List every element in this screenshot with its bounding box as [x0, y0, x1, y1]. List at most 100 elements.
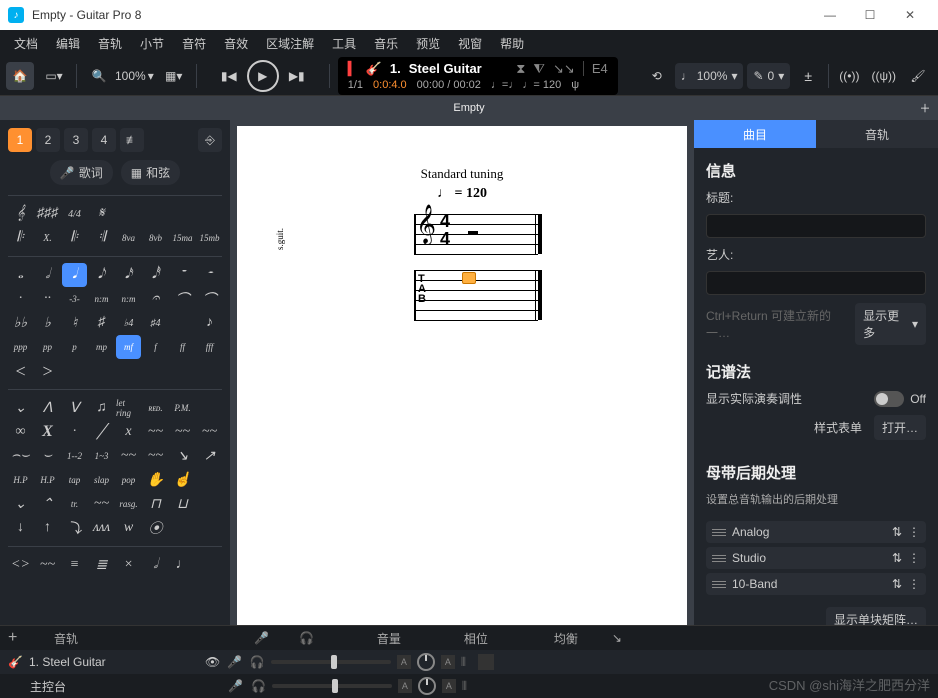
- minimize-button[interactable]: ―: [810, 0, 850, 30]
- menu-bar[interactable]: 小节: [132, 33, 172, 54]
- 8va-button[interactable]: 8va: [116, 226, 141, 250]
- visibility-icon[interactable]: 👁: [205, 655, 221, 669]
- track-color-swatch[interactable]: [478, 654, 494, 670]
- hand-button[interactable]: ✋: [143, 468, 168, 492]
- tuning-fork-icon[interactable]: ψ: [571, 79, 579, 91]
- trill-button[interactable]: tr.: [62, 492, 87, 516]
- finger-button[interactable]: ☝: [170, 468, 195, 492]
- double-dot-button[interactable]: ··: [35, 287, 60, 311]
- decrescendo-button[interactable]: >: [35, 359, 60, 383]
- dot-button[interactable]: ·: [8, 287, 33, 311]
- fermata-button[interactable]: 𝄐: [143, 287, 168, 311]
- dead-note-button[interactable]: X: [35, 420, 60, 444]
- flat-button[interactable]: ♭: [35, 311, 60, 335]
- p-button[interactable]: p: [62, 335, 87, 359]
- repeat-end-button[interactable]: 𝄇: [89, 226, 114, 250]
- triplet-button[interactable]: -3-: [62, 287, 87, 311]
- undo-button[interactable]: ⟲: [643, 62, 671, 90]
- eighth-note-button[interactable]: 𝅘𝅥𝅮: [89, 263, 114, 287]
- fx-updown-icon[interactable]: ⇅: [892, 577, 902, 591]
- mf-button[interactable]: mf: [116, 335, 141, 359]
- pp-button[interactable]: pp: [35, 335, 60, 359]
- chords-button[interactable]: ▦ 和弦: [121, 160, 180, 185]
- mic-icon[interactable]: 🎤: [227, 655, 242, 669]
- auto-vol-button[interactable]: A: [397, 655, 411, 669]
- voice-3-button[interactable]: 3: [64, 128, 88, 152]
- mic-header-icon[interactable]: 🎤: [254, 631, 269, 645]
- menu-edit[interactable]: 编辑: [48, 33, 88, 54]
- fx-row-analog[interactable]: Analog ⇅ ⋮: [706, 521, 926, 543]
- edit-cursor[interactable]: [462, 272, 476, 284]
- alt-ending-button[interactable]: X.: [35, 226, 60, 250]
- transpose-up-button[interactable]: ±: [794, 62, 822, 90]
- tab-staff[interactable]: T A B: [382, 270, 542, 322]
- pedal-button[interactable]: ʀᴇᴅ.: [143, 396, 168, 420]
- pop-button[interactable]: pop: [116, 468, 141, 492]
- score-page[interactable]: Standard tuning ♩ = 120 s.guit. 𝄞 44: [237, 126, 687, 654]
- metronome-icon[interactable]: ⧨: [533, 61, 545, 77]
- add-tab-button[interactable]: ＋: [916, 99, 934, 117]
- repeat-open-button[interactable]: 𝄆: [8, 226, 33, 250]
- strum-up-button[interactable]: ↑: [35, 516, 60, 540]
- zoom-dropdown-icon[interactable]: ▾: [148, 69, 154, 83]
- menu-note[interactable]: 音符: [174, 33, 214, 54]
- menu-preview[interactable]: 预览: [408, 33, 448, 54]
- multivoice-button[interactable]: ≢: [120, 128, 144, 152]
- tuplet-nm2-button[interactable]: n:m: [116, 287, 141, 311]
- fx-menu-icon[interactable]: ⋮: [908, 525, 920, 539]
- eq-icon[interactable]: ⫴: [461, 655, 466, 670]
- voice-2-button[interactable]: 2: [36, 128, 60, 152]
- lyrics-button[interactable]: 🎤 歌词: [50, 160, 113, 185]
- standard-staff[interactable]: 𝄞 44: [382, 214, 542, 256]
- freetime-button[interactable]: 𝄋: [89, 202, 114, 226]
- collapse-icon[interactable]: ↘: [612, 631, 622, 645]
- note-duration-selector[interactable]: ♩ 100% ▾: [675, 63, 744, 89]
- sixteenth-note-button[interactable]: 𝅘𝅥𝅯: [116, 263, 141, 287]
- menu-music[interactable]: 音乐: [366, 33, 406, 54]
- tab-song[interactable]: 曲目: [694, 120, 816, 148]
- open-stylesheet-button[interactable]: 打开…: [874, 415, 926, 440]
- thirtysecond-note-button[interactable]: 𝅘𝅥𝅰: [143, 263, 168, 287]
- menu-track[interactable]: 音轨: [90, 33, 130, 54]
- quartersharp-button[interactable]: ♯4: [143, 311, 168, 335]
- eq-icon[interactable]: ⫴: [462, 679, 467, 694]
- fx-menu-icon[interactable]: ⋮: [908, 551, 920, 565]
- 15ma-button[interactable]: 15ma: [170, 226, 195, 250]
- ppp-button[interactable]: ppp: [8, 335, 33, 359]
- show-more-button[interactable]: 显示更多▾: [855, 303, 926, 345]
- 15mb-button[interactable]: 15mb: [197, 226, 222, 250]
- grid-view-button[interactable]: ▦▾: [160, 62, 188, 90]
- design-mode-button[interactable]: ⎆: [198, 128, 222, 152]
- zoom-value[interactable]: 100%: [115, 69, 146, 83]
- prev-button[interactable]: ▮◀: [215, 62, 243, 90]
- f-button[interactable]: f: [143, 335, 168, 359]
- zoom-icon[interactable]: 🔍: [85, 62, 113, 90]
- maximize-button[interactable]: ☐: [850, 0, 890, 30]
- clef-button[interactable]: 𝄞: [8, 202, 33, 226]
- menu-window[interactable]: 视窗: [450, 33, 490, 54]
- slur-button[interactable]: ⌒: [197, 287, 222, 311]
- title-input[interactable]: [706, 214, 926, 238]
- play-button[interactable]: ▶: [247, 60, 279, 92]
- countdown-icon[interactable]: ↘↘: [553, 61, 575, 77]
- fx-updown-icon[interactable]: ⇅: [892, 525, 902, 539]
- hourglass-icon[interactable]: ⧗: [516, 61, 525, 77]
- tie-button[interactable]: ⌒: [170, 287, 195, 311]
- layout-button[interactable]: ▭▾: [40, 62, 68, 90]
- fx-updown-icon[interactable]: ⇅: [892, 551, 902, 565]
- 8vb-button[interactable]: 8vb: [143, 226, 168, 250]
- fx-row-studio[interactable]: Studio ⇅ ⋮: [706, 547, 926, 569]
- natural-button[interactable]: ♮: [62, 311, 87, 335]
- mic-icon[interactable]: 🎤: [228, 679, 243, 693]
- drag-handle-icon[interactable]: [712, 555, 726, 562]
- fff-button[interactable]: fff: [197, 335, 222, 359]
- track-info-display[interactable]: ▍ 🎸 1. Steel Guitar ⧗ ⧨ ↘↘ E4 1/1 0:0:4.…: [338, 57, 618, 95]
- master-pan-knob[interactable]: [418, 677, 436, 695]
- letring-button[interactable]: let ring: [116, 396, 141, 420]
- rasgueado-button[interactable]: rasg.: [116, 492, 141, 516]
- menu-file[interactable]: 文档: [6, 33, 46, 54]
- auto-vol-button[interactable]: A: [398, 679, 412, 693]
- pen-tool[interactable]: ✎ 0 ▾: [747, 63, 790, 89]
- volume-slider[interactable]: [271, 660, 391, 664]
- quarterflat-button[interactable]: ♭4: [116, 311, 141, 335]
